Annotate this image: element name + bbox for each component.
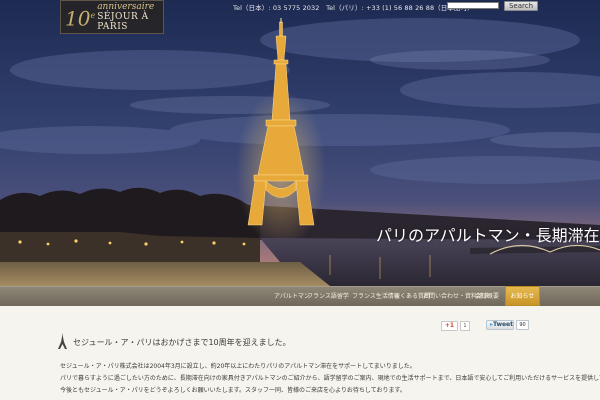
phone-numbers: Tel（日本）: 03 5775 2032 Tel（パリ）: +33 (1) 5… bbox=[233, 4, 474, 12]
hero-title: パリのアパルトマン・長期滞在のセジュール・ア・パリ bbox=[376, 226, 600, 245]
paragraph-3: 今後ともセジュール・ア・パリをどうぞよろしくお願いいたします。スタッフ一同、皆様… bbox=[60, 387, 406, 394]
nav-item-news[interactable]: お知らせ bbox=[505, 286, 540, 306]
main-nav: アパルトマン フランス語留学 フランス生活情報 よくある質問 お問い合わせ・資料… bbox=[0, 286, 600, 306]
section-title: セジュール・ア・パリはおかげさまで10周年を迎えました。 bbox=[73, 338, 291, 347]
logo-superscript: e bbox=[90, 10, 96, 20]
top-bar: 10e anniversaire SÉJOUR À PARIS Tel（日本）:… bbox=[0, 0, 600, 34]
nav-item-company[interactable]: 会社概要 bbox=[475, 287, 499, 307]
logo-number: 10e bbox=[65, 6, 96, 31]
search-button[interactable]: Search bbox=[504, 1, 538, 11]
logo-anniversary: anniversaire bbox=[97, 2, 155, 12]
google-plus-count: 1 bbox=[460, 321, 470, 331]
logo[interactable]: 10e anniversaire SÉJOUR À PARIS bbox=[60, 0, 164, 34]
main-content: +1 1 ▸Tweet 90 セジュール・ア・パリはおかげさまで10周年を迎えま… bbox=[0, 306, 600, 400]
nav-item-living-info[interactable]: フランス生活情報 bbox=[352, 287, 400, 307]
logo-brand: SÉJOUR À PARIS bbox=[97, 12, 149, 32]
google-plus-button[interactable]: +1 bbox=[441, 321, 458, 331]
tweet-count: 90 bbox=[516, 320, 529, 330]
nav-item-apartment[interactable]: アパルトマン bbox=[274, 287, 310, 307]
eiffel-tower-icon bbox=[58, 333, 67, 349]
logo-text: anniversaire SÉJOUR À PARIS bbox=[97, 2, 163, 32]
paragraph-2: パリで暮らすように過ごしたい方のために、長期滞在向けの家具付きアパルトマンのご紹… bbox=[60, 375, 600, 382]
search-input[interactable] bbox=[447, 2, 499, 9]
tweet-label: Tweet bbox=[493, 321, 513, 328]
nav-item-language-study[interactable]: フランス語留学 bbox=[307, 287, 349, 307]
paragraph-1: セジュール・ア・パリ株式会社は2004年3月に設立し、約20年以上にわたりパリの… bbox=[60, 363, 416, 370]
tweet-button[interactable]: ▸Tweet bbox=[486, 320, 514, 330]
hero-banner: 10e anniversaire SÉJOUR À PARIS Tel（日本）:… bbox=[0, 0, 600, 286]
page: 10e anniversaire SÉJOUR À PARIS Tel（日本）:… bbox=[0, 0, 600, 400]
